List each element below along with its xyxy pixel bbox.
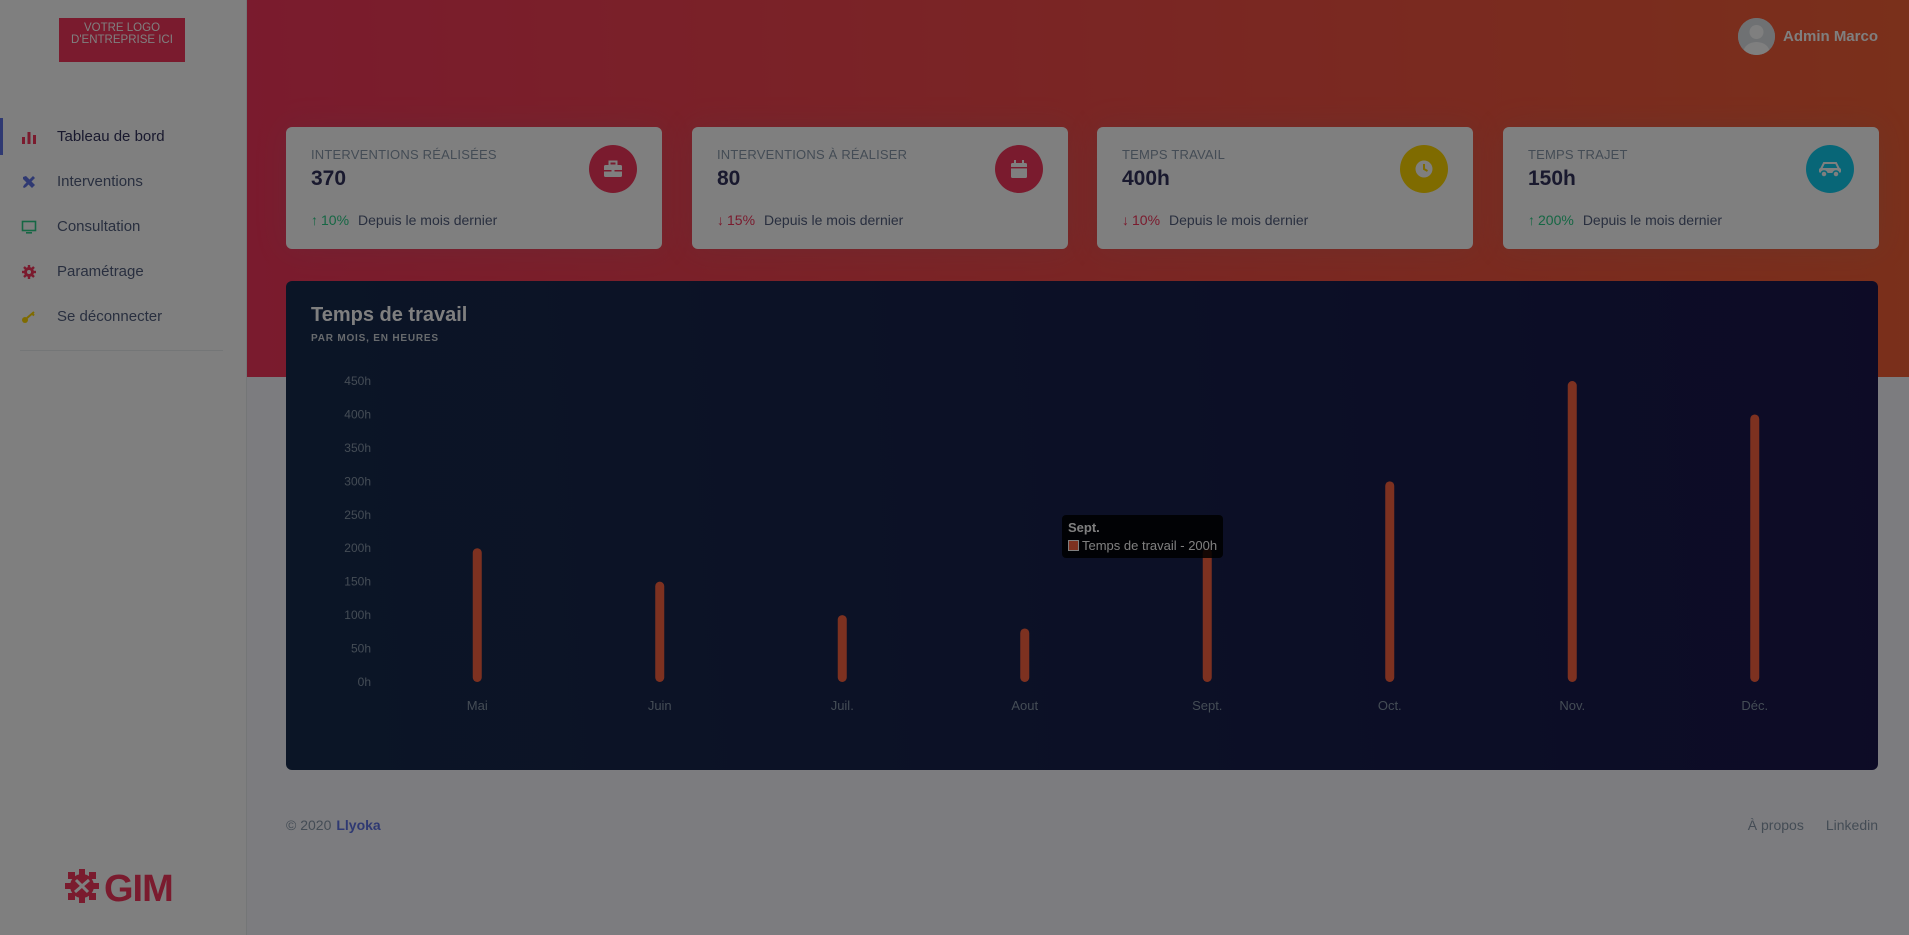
company-logo[interactable]: VOTRE LOGO D'ENTREPRISE ICI <box>59 18 185 62</box>
card-title: Interventions réalisées <box>311 147 497 162</box>
y-tick-label: 0h <box>358 675 371 689</box>
bar-chart-icon <box>20 128 38 146</box>
card-percent: 10% <box>1132 212 1161 228</box>
chart-bar[interactable] <box>655 581 665 682</box>
footer-copyright: © 2020 Llyoka <box>286 817 381 833</box>
card-title: Interventions à réaliser <box>717 147 908 162</box>
stat-card-temps-trajet: Temps trajet 150h ↑ 200% Depuis le mois … <box>1503 127 1879 249</box>
sidebar: VOTRE LOGO D'ENTREPRISE ICI Tableau de b… <box>0 0 247 935</box>
footer-links: À propos Linkedin <box>1748 817 1878 833</box>
card-footer: ↓ 10% Depuis le mois dernier <box>1122 212 1308 228</box>
y-tick-label: 400h <box>344 407 371 421</box>
sidebar-item-se-deconnecter[interactable]: Se déconnecter <box>0 294 247 339</box>
monitor-icon <box>20 218 38 236</box>
chart-bar[interactable] <box>1385 481 1395 682</box>
sidebar-item-label: Interventions <box>57 173 143 190</box>
calendar-icon <box>995 145 1043 193</box>
arrow-up-icon: ↑ <box>311 212 318 228</box>
card-value: 370 <box>311 167 347 190</box>
key-icon <box>20 308 38 326</box>
copyright-text: © 2020 <box>286 817 332 833</box>
gim-brand-logo: GIM <box>64 867 174 910</box>
sidebar-item-label: Se déconnecter <box>57 308 163 325</box>
card-percent: 15% <box>727 212 756 228</box>
x-tick-label: Déc. <box>1741 698 1768 713</box>
x-tick-label: Nov. <box>1559 698 1585 713</box>
y-tick-label: 50h <box>351 642 371 656</box>
card-value: 80 <box>717 167 741 190</box>
card-since: Depuis le mois dernier <box>1582 212 1723 228</box>
sidebar-item-label: Consultation <box>57 218 141 235</box>
y-tick-label: 350h <box>344 441 371 455</box>
chart-bar[interactable] <box>1750 414 1760 682</box>
x-tick-label: Juil. <box>831 698 854 713</box>
card-value: 400h <box>1122 167 1170 190</box>
car-icon <box>1806 145 1854 193</box>
card-footer: ↑ 200% Depuis le mois dernier <box>1528 212 1722 228</box>
card-title: Temps trajet <box>1528 147 1628 162</box>
x-tick-label: Juin <box>648 698 672 713</box>
sidebar-item-label: Tableau de bord <box>57 128 165 145</box>
sidebar-item-consultation[interactable]: Consultation <box>0 204 247 249</box>
gear-logo-icon <box>64 868 100 909</box>
card-footer: ↑ 10% Depuis le mois dernier <box>311 212 497 228</box>
footer-link-a-propos[interactable]: À propos <box>1748 817 1804 833</box>
user-menu[interactable]: Admin Marco <box>1737 18 1878 55</box>
footer-link-linkedin[interactable]: Linkedin <box>1826 817 1878 833</box>
y-tick-label: 200h <box>344 541 371 555</box>
chart-bar[interactable] <box>472 548 482 682</box>
footer-brand-link[interactable]: Llyoka <box>336 817 380 833</box>
card-value: 150h <box>1528 167 1576 190</box>
chart-bar[interactable] <box>1202 548 1212 682</box>
tooltip-swatch <box>1068 540 1079 551</box>
y-tick-label: 300h <box>344 474 371 488</box>
chart-tooltip: Sept. Temps de travail - 200h <box>1062 515 1224 558</box>
card-footer: ↓ 15% Depuis le mois dernier <box>717 212 903 228</box>
y-tick-label: 100h <box>344 608 371 622</box>
stat-card-interventions-a-realiser: Interventions à réaliser 80 ↓ 15% Depuis… <box>692 127 1068 249</box>
card-title: Temps travail <box>1122 147 1226 162</box>
arrow-down-icon: ↓ <box>1122 212 1129 228</box>
card-percent: 200% <box>1538 212 1574 228</box>
toolbox-icon <box>589 145 637 193</box>
sidebar-item-label: Paramétrage <box>57 263 144 280</box>
card-since: Depuis le mois dernier <box>764 212 904 228</box>
tooltip-title: Sept. <box>1068 520 1100 535</box>
x-tick-label: Mai <box>467 698 488 713</box>
clock-icon <box>1400 145 1448 193</box>
chart-card: Temps de travail Par mois, en heures 0h 5… <box>286 281 1878 770</box>
user-name: Admin Marco <box>1782 28 1878 45</box>
x-tick-label: Aout <box>1011 698 1038 713</box>
sidebar-item-interventions[interactable]: Interventions <box>0 159 247 204</box>
x-tick-label: Sept. <box>1192 698 1222 713</box>
card-percent: 10% <box>321 212 350 228</box>
chart-bar[interactable] <box>837 615 847 682</box>
x-tick-label: Oct. <box>1378 698 1402 713</box>
arrow-up-icon: ↑ <box>1528 212 1535 228</box>
sidebar-item-parametrage[interactable]: Paramétrage <box>0 249 247 294</box>
avatar <box>1737 18 1775 55</box>
stat-card-temps-travail: Temps travail 400h ↓ 10% Depuis le mois … <box>1097 127 1473 249</box>
y-tick-label: 450h <box>344 374 371 388</box>
tooltip-row: Temps de travail - 200h <box>1068 538 1217 553</box>
chart-bar[interactable] <box>1020 628 1030 682</box>
y-tick-label: 250h <box>344 508 371 522</box>
tools-icon <box>20 173 38 191</box>
sidebar-item-tableau-de-bord[interactable]: Tableau de bord <box>0 114 247 159</box>
stat-card-interventions-realisees: Interventions réalisées 370 ↑ 10% Depuis… <box>286 127 662 249</box>
card-since: Depuis le mois dernier <box>1169 212 1309 228</box>
tooltip-text: Temps de travail - 200h <box>1082 538 1218 553</box>
brand-text: GIM <box>104 867 174 910</box>
arrow-down-icon: ↓ <box>717 212 724 228</box>
y-tick-label: 150h <box>344 575 371 589</box>
chart-bar[interactable] <box>1567 381 1577 682</box>
card-since: Depuis le mois dernier <box>358 212 498 228</box>
gear-icon <box>20 263 38 281</box>
sidebar-divider <box>20 350 223 351</box>
sidebar-nav: Tableau de bord Interventions Consultati… <box>0 114 247 339</box>
